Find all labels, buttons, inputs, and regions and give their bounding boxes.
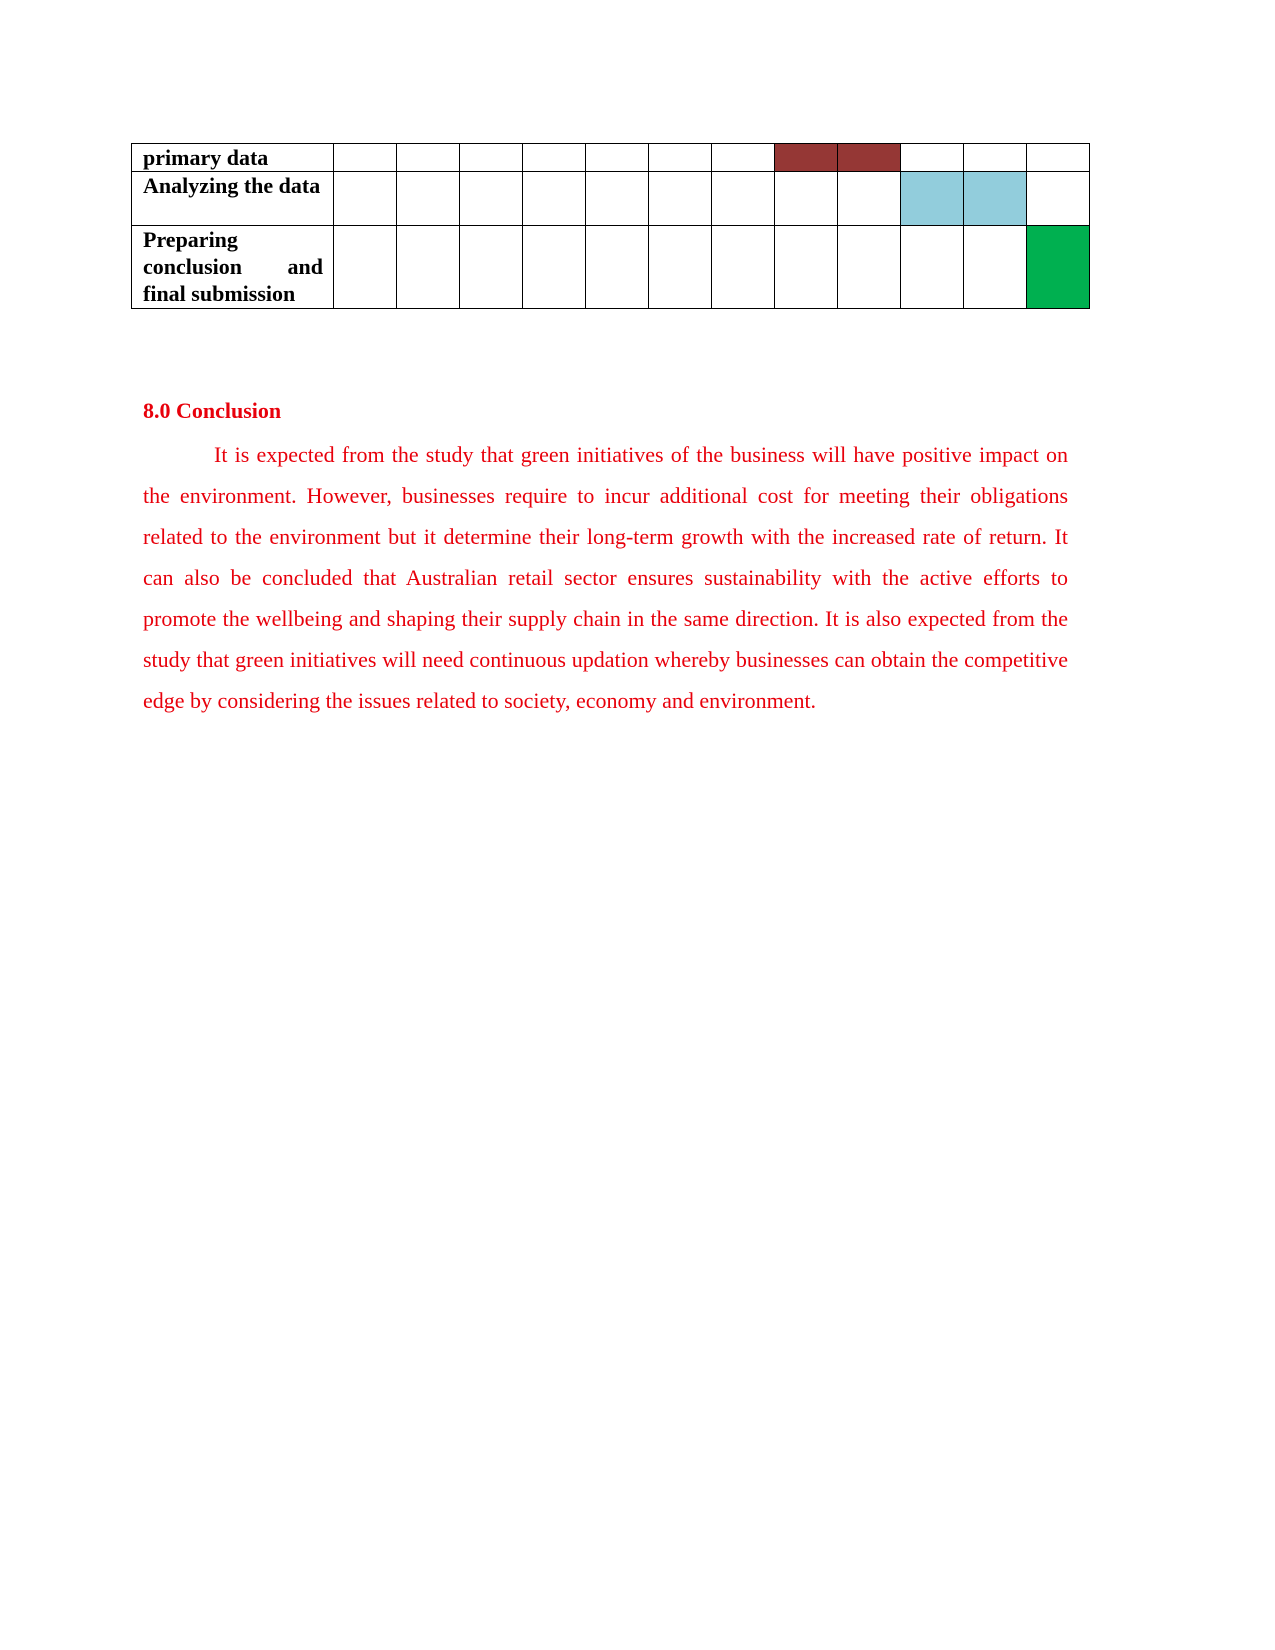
conclusion-paragraph: It is expected from the study that green… <box>143 442 1068 713</box>
gantt-empty-cell <box>522 171 586 226</box>
gantt-empty-cell <box>396 171 460 226</box>
gantt-bar-cell <box>1026 225 1090 309</box>
gantt-empty-cell <box>711 225 775 309</box>
gantt-empty-cell <box>837 171 901 226</box>
gantt-empty-cell <box>396 143 460 172</box>
gantt-bar-cell <box>774 143 838 172</box>
gantt-empty-cell <box>711 171 775 226</box>
gantt-bar-cell <box>963 171 1027 226</box>
gantt-empty-cell <box>459 143 523 172</box>
gantt-empty-cell <box>585 143 649 172</box>
conclusion-heading: 8.0 Conclusion <box>143 398 282 423</box>
gantt-row: primary data <box>131 143 1090 172</box>
gantt-empty-cell <box>333 143 397 172</box>
gantt-empty-cell <box>1026 143 1090 172</box>
gantt-empty-cell <box>648 225 712 309</box>
gantt-empty-cell <box>648 171 712 226</box>
gantt-table: primary data Analyzing the data Preparing … <box>131 143 1090 309</box>
gantt-empty-cell <box>774 171 838 226</box>
gantt-empty-cell <box>585 225 649 309</box>
gantt-empty-cell <box>837 225 901 309</box>
gantt-empty-cell <box>333 225 397 309</box>
gantt-empty-cell <box>774 225 838 309</box>
gantt-empty-cell <box>396 225 460 309</box>
gantt-row: Preparing conclusion and final submissio… <box>131 225 1090 309</box>
gantt-empty-cell <box>522 225 586 309</box>
gantt-empty-cell <box>648 143 712 172</box>
gantt-empty-cell <box>522 143 586 172</box>
gantt-bar-cell <box>900 171 964 226</box>
task-name: primary data <box>131 143 334 172</box>
gantt-empty-cell <box>459 225 523 309</box>
gantt-empty-cell <box>900 143 964 172</box>
gantt-empty-cell <box>459 171 523 226</box>
gantt-empty-cell <box>963 225 1027 309</box>
gantt-empty-cell <box>585 171 649 226</box>
gantt-empty-cell <box>711 143 775 172</box>
task-name: Analyzing the data <box>131 171 334 226</box>
gantt-empty-cell <box>1026 171 1090 226</box>
gantt-row: Analyzing the data <box>131 171 1090 226</box>
gantt-empty-cell <box>963 143 1027 172</box>
task-name: Preparing conclusion and final submissio… <box>131 225 334 309</box>
gantt-bar-cell <box>837 143 901 172</box>
gantt-empty-cell <box>900 225 964 309</box>
gantt-empty-cell <box>333 171 397 226</box>
